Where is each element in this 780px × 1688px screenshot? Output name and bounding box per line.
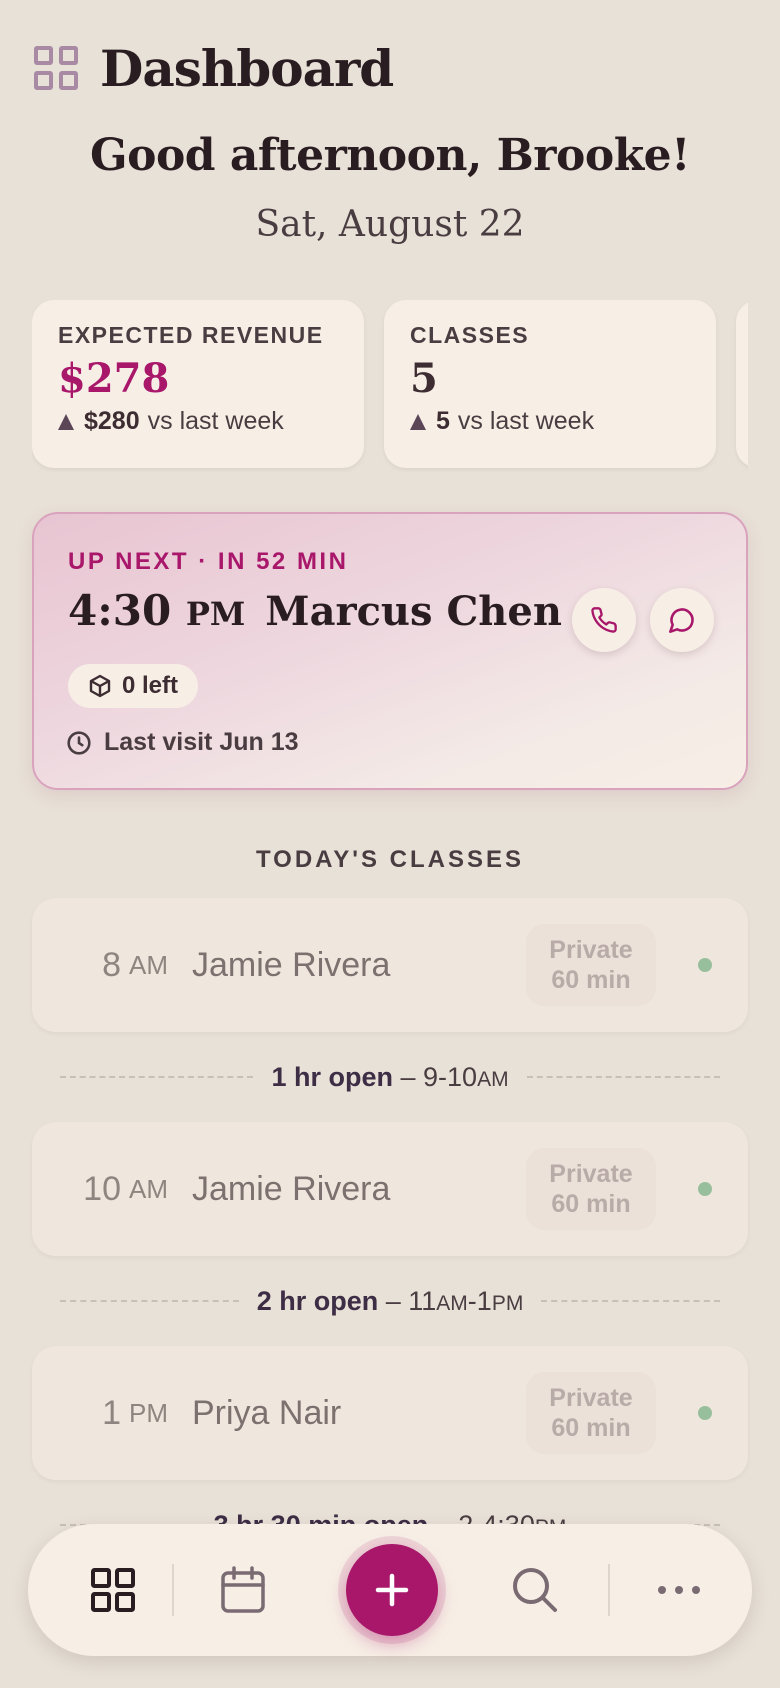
page-title: Dashboard [100, 38, 394, 98]
class-type-badge: Private 60 min [526, 924, 656, 1006]
stat-delta-value: $280 [84, 407, 140, 435]
open-slot-text: 1 hr open – 9-10AM [271, 1061, 509, 1092]
class-row[interactable]: 1 PM Priya Nair Private 60 min [32, 1346, 748, 1480]
dashboard-icon [91, 1568, 135, 1612]
open-slot-text: 2 hr open – 11AM-1PM [256, 1285, 524, 1316]
stat-card-revenue[interactable]: EXPECTED REVENUE $278 $280 vs last week [32, 300, 364, 468]
trend-up-icon [58, 413, 74, 430]
section-title: TODAY'S CLASSES [255, 846, 525, 873]
class-client-name: Jamie Rivera [192, 1169, 391, 1208]
up-next-client-name: Marcus Chen [265, 588, 562, 635]
phone-icon [591, 607, 617, 633]
stat-delta-text: vs last week [147, 407, 284, 435]
header: Dashboard [34, 38, 394, 98]
class-type-badge: Private 60 min [526, 1372, 656, 1454]
stat-card-classes[interactable]: CLASSES 5 5 vs last week [384, 300, 716, 468]
stat-delta-text: vs last week [457, 407, 595, 435]
stat-value: 5 [410, 355, 438, 402]
package-icon [89, 674, 111, 698]
nav-separator [608, 1564, 610, 1616]
up-next-card[interactable]: UP NEXT · IN 52 MIN 4:30 PM Marcus Chen … [32, 512, 748, 790]
divider [60, 1076, 254, 1078]
class-time: 8 AM [102, 945, 168, 984]
last-visit: Last visit Jun 13 [66, 728, 299, 757]
open-slot[interactable]: 2 hr open – 11AM-1PM [60, 1281, 720, 1321]
calendar-icon [221, 1566, 265, 1613]
stat-value: $278 [58, 355, 170, 402]
class-time: 10 AM [83, 1169, 168, 1208]
dashboard-grid-icon [34, 46, 78, 90]
stat-delta: 5 vs last week [410, 407, 690, 436]
nav-dashboard[interactable] [58, 1524, 168, 1656]
class-row[interactable]: 8 AM Jamie Rivera Private 60 min [32, 898, 748, 1032]
plus-icon [375, 1573, 409, 1607]
class-row[interactable]: 10 AM Jamie Rivera Private 60 min [32, 1122, 748, 1256]
nav-search[interactable] [480, 1524, 590, 1656]
more-icon [658, 1586, 700, 1594]
bottom-nav [28, 1524, 752, 1656]
divider [541, 1300, 720, 1302]
stat-delta: $280 vs last week [58, 407, 338, 436]
stat-label: EXPECTED REVENUE [58, 322, 324, 348]
message-button[interactable] [650, 588, 714, 652]
class-type-badge: Private 60 min [526, 1148, 656, 1230]
up-next-time: 4:30 PM [68, 586, 246, 635]
stat-label: CLASSES [410, 322, 530, 348]
chat-bubble-icon [669, 608, 694, 633]
greeting: Good afternoon, Brooke! [90, 130, 690, 181]
status-dot [698, 958, 712, 972]
packages-left-text: 0 left [122, 672, 179, 699]
nav-calendar[interactable] [188, 1524, 298, 1656]
open-slot[interactable]: 1 hr open – 9-10AM [60, 1057, 720, 1097]
add-button[interactable] [346, 1544, 438, 1636]
last-visit-text: Last visit Jun 13 [104, 728, 299, 756]
class-time: 1 PM [102, 1393, 168, 1432]
clock-icon [67, 730, 91, 755]
date-label: Sat, August 22 [255, 204, 525, 245]
class-client-name: Priya Nair [192, 1393, 342, 1432]
status-dot [698, 1406, 712, 1420]
divider [526, 1076, 720, 1078]
class-client-name: Jamie Rivera [192, 945, 391, 984]
stats-carousel[interactable]: EXPECTED REVENUE $278 $280 vs last week … [32, 300, 748, 472]
up-next-label: UP NEXT · IN 52 MIN [68, 548, 349, 575]
stat-delta-value: 5 [436, 407, 450, 435]
up-next-main: 4:30 PM Marcus Chen [68, 586, 562, 635]
status-dot [698, 1182, 712, 1196]
stat-card-next[interactable] [736, 300, 748, 468]
nav-more[interactable] [624, 1524, 734, 1656]
divider [60, 1300, 239, 1302]
search-icon [513, 1568, 557, 1612]
trend-up-icon [410, 413, 426, 430]
nav-separator [172, 1564, 174, 1616]
packages-left-badge: 0 left [68, 664, 199, 708]
call-button[interactable] [572, 588, 636, 652]
